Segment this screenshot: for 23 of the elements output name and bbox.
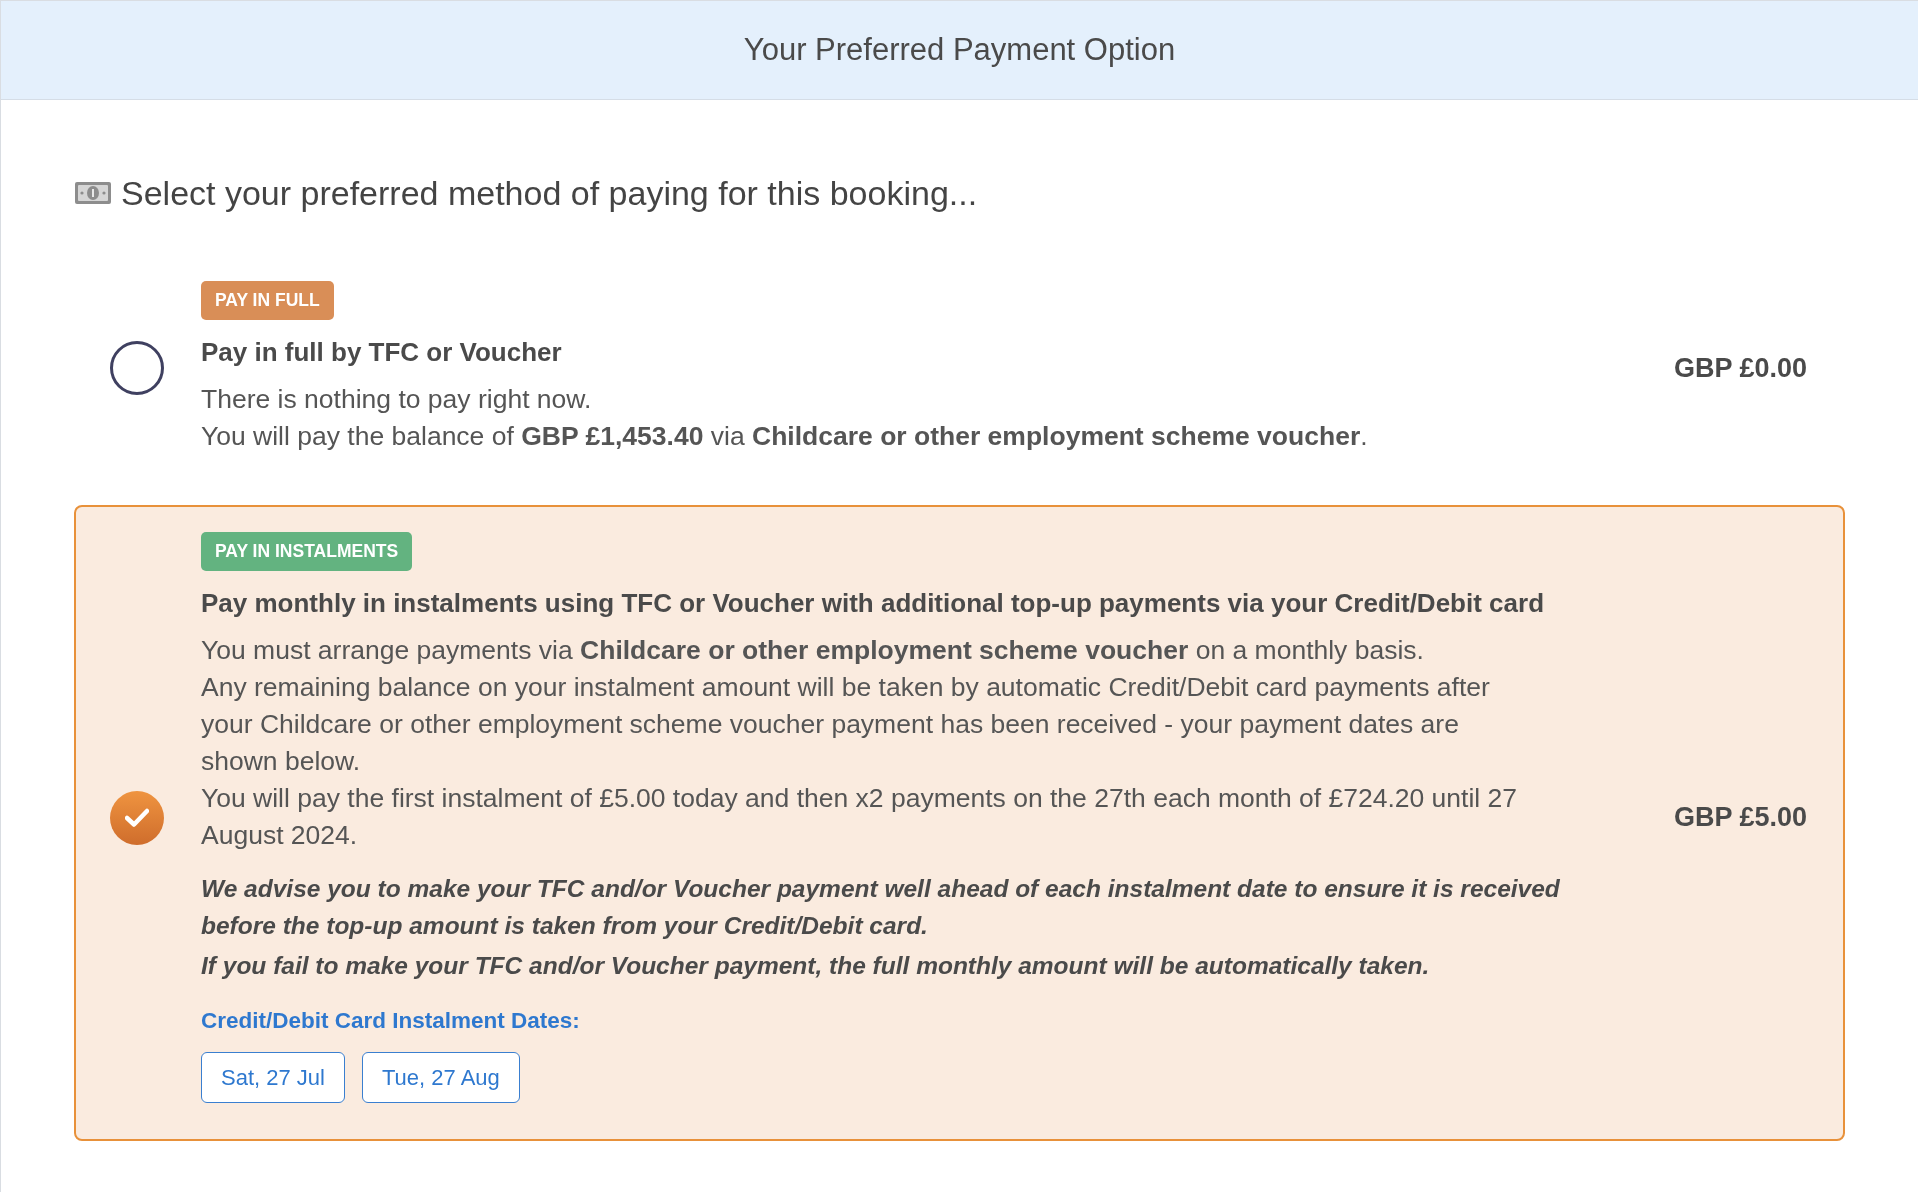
payment-option-card[interactable] [74,505,1845,1141]
option-text: You will pay the first instalment of £5.00 today and then x2 payments on the 27th each month of £724.20 until 27 August 2024. [201,782,1519,852]
radio-button[interactable] [110,790,164,845]
check-icon [125,808,149,827]
option-title: Pay monthly in instalments using TFC or Voucher with additional top-up payments via your Credit/Debit card [201,587,1545,620]
date-chip: Tue, 27 Aug [361,1052,520,1103]
header-title: Your Preferred Payment Option [743,30,1176,69]
option-text: There is nothing to pay right now. [201,383,593,416]
date-chip: Sat, 27 Jul [201,1052,345,1103]
option-tag: PAY IN FULL [201,281,334,320]
option-tag: PAY IN INSTALMENTS [201,532,413,571]
dates-label: Credit/Debit Card Instalment Dates: [201,1007,581,1035]
banknote-icon [74,181,112,205]
price-text: GBP £5.00 [1673,801,1807,835]
prompt-heading: Select your preferred method of paying for this booking... [121,173,978,214]
option-title: Pay in full by TFC or Voucher [201,336,563,369]
option-text: Any remaining balance on your instalment amount will be taken by automatic Credit/Debit card payments after your Childcare or other employment scheme voucher payment has been received - your payment dates are shown below. [201,671,1491,778]
option-text: You will pay the balance of GBP £1,453.40 via Childcare or other employment scheme voucher. [201,420,1369,453]
price-text: GBP £0.00 [1673,351,1807,385]
warning-text: If you fail to make your TFC and/or Voucher payment, the full monthly amount will be automatically taken. [201,951,1431,981]
option-text: You must arrange payments via Childcare or other employment scheme voucher on a monthly basis. [201,634,1425,667]
warning-text: We advise you to make your TFC and/or Voucher payment well ahead of each instalment date to ensure it is received before the top-up amount is taken from your Credit/Debit card. [201,874,1561,941]
radio-button[interactable] [110,341,164,395]
